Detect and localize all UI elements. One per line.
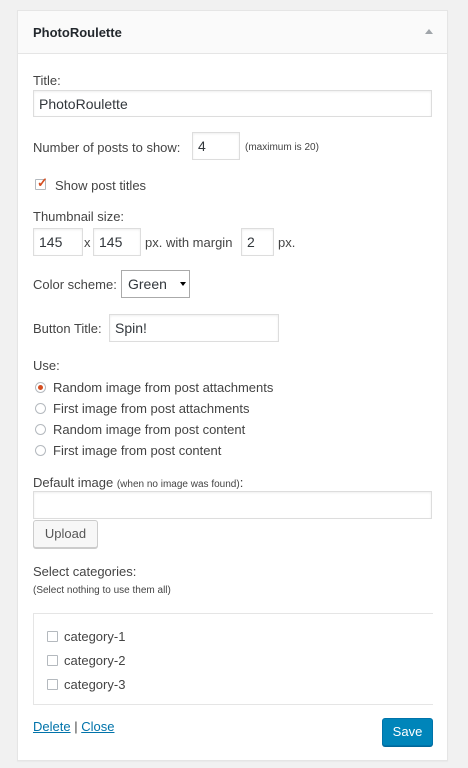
show-titles-checkbox[interactable]: ✓ (35, 175, 48, 190)
category-label: category-2 (64, 653, 126, 668)
margin-input[interactable]: 2 (241, 228, 274, 256)
use-option-label: Random image from post attachments (53, 380, 274, 395)
title-input[interactable]: PhotoRoulette (33, 90, 432, 117)
use-option-label: Random image from post content (53, 422, 246, 437)
use-option-label: First image from post attachments (53, 401, 250, 416)
num-posts-label: Number of posts to show: (33, 140, 181, 155)
category-label: category-3 (64, 677, 126, 692)
thumb-x-label: x (84, 235, 91, 250)
category-checkbox[interactable] (47, 655, 58, 666)
checkmark-icon: ✓ (37, 175, 48, 190)
color-scheme-select[interactable]: Green (121, 270, 190, 298)
title-label: Title: (33, 73, 61, 88)
radio-selected-dot (38, 385, 43, 390)
collapse-arrow-icon[interactable] (425, 29, 433, 34)
category-label: category-1 (64, 629, 126, 644)
delete-link[interactable]: Delete (33, 719, 71, 734)
use-option-radio[interactable] (35, 424, 46, 435)
num-posts-input[interactable]: 4 (192, 132, 240, 160)
default-image-colon: : (239, 475, 244, 490)
categories-list: category-1 category-2 category-3 (33, 613, 433, 705)
widget-title: PhotoRoulette (33, 25, 122, 40)
button-title-label: Button Title: (33, 321, 102, 336)
use-option-label: First image from post content (53, 443, 222, 458)
default-image-hint: (when no image was found) (116, 479, 240, 490)
use-option-radio[interactable] (35, 382, 46, 393)
use-label: Use: (33, 358, 60, 373)
save-button[interactable]: Save (382, 718, 433, 746)
dropdown-arrow-icon (180, 282, 186, 286)
num-posts-hint: (maximum is 20) (245, 142, 319, 153)
use-option-radio[interactable] (35, 445, 46, 456)
default-image-label: Default image (when no image was found): (33, 475, 243, 490)
thumb-size-label: Thumbnail size: (33, 209, 125, 224)
show-titles-label: Show post titles (55, 178, 147, 193)
widget-control-actions: Delete | Close (33, 719, 114, 734)
close-link[interactable]: Close (81, 719, 114, 734)
color-scheme-label: Color scheme: (33, 277, 117, 292)
default-image-title: Default image (33, 475, 114, 490)
margin-label: px. with margin (145, 235, 233, 250)
use-option-radio[interactable] (35, 403, 46, 414)
thumb-width-input[interactable]: 145 (33, 228, 83, 256)
color-scheme-value: Green (128, 276, 167, 292)
upload-button[interactable]: Upload (33, 520, 98, 548)
category-checkbox[interactable] (47, 631, 58, 642)
category-checkbox[interactable] (47, 679, 58, 690)
separator: | (74, 719, 78, 734)
widget-panel: PhotoRoulette Title: PhotoRoulette Numbe… (17, 10, 448, 761)
widget-header[interactable]: PhotoRoulette (18, 11, 447, 54)
default-image-input[interactable] (33, 491, 432, 519)
margin-unit: px. (278, 235, 296, 250)
categories-hint: (Select nothing to use them all) (33, 585, 171, 596)
thumb-height-input[interactable]: 145 (93, 228, 141, 256)
button-title-input[interactable]: Spin! (109, 314, 279, 342)
categories-label: Select categories: (33, 564, 137, 579)
